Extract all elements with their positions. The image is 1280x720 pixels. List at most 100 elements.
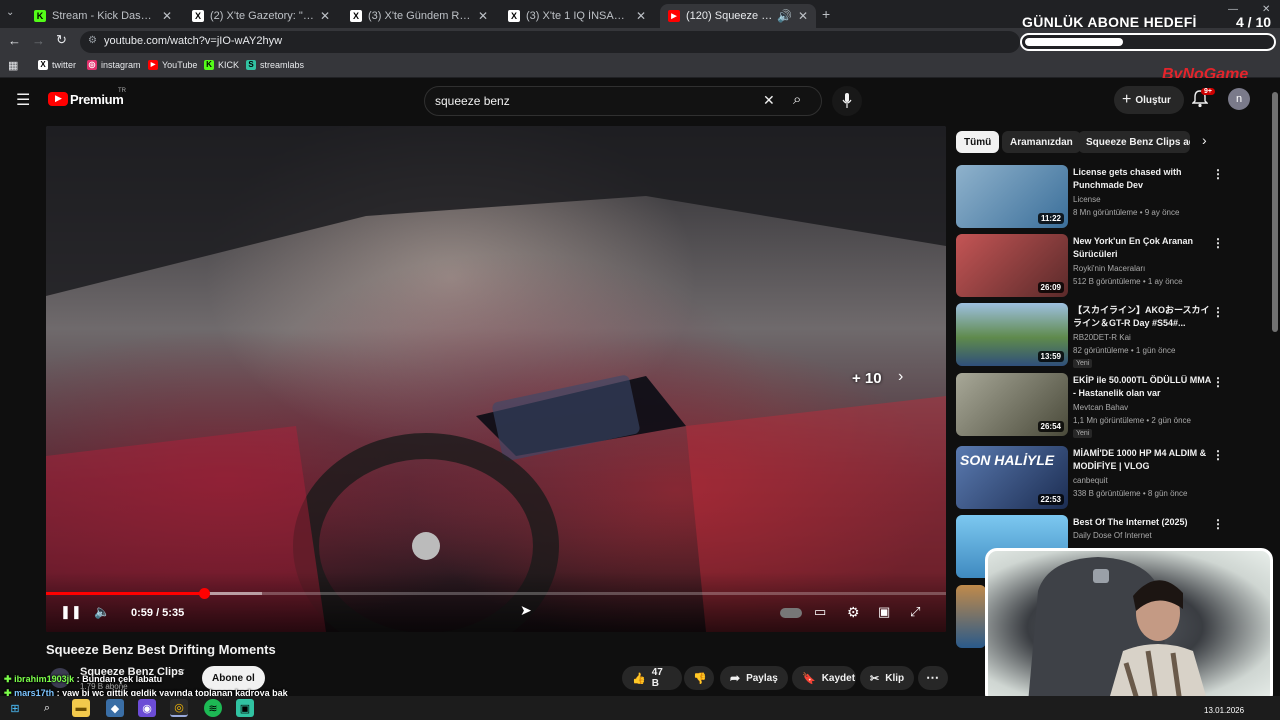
page-scrollbar[interactable] [1272, 92, 1278, 332]
recommendation-title[interactable]: 【スカイライン】AKOおースカイライン＆GT-R Day #S54#... [1073, 304, 1213, 330]
tab-search-icon[interactable]: ⌄ [6, 7, 14, 18]
tab-x-gundem-rap[interactable]: X (3) X'te Gündem Rap: "Blok3, b ✕ [342, 4, 496, 28]
recommendation-channel[interactable]: Daily Dose Of Internet [1073, 531, 1152, 540]
apps-grid-icon[interactable]: ▦ [8, 59, 18, 72]
close-tab-icon[interactable]: ✕ [478, 9, 488, 23]
tab-kick-dashboard[interactable]: K Stream - Kick Dashboard ✕ [26, 4, 180, 28]
voice-search-button[interactable] [832, 86, 862, 116]
streamlabs-icon[interactable]: ▣ [236, 699, 254, 717]
video-thumbnail[interactable]: 13:59 [956, 303, 1068, 366]
tab-youtube-active[interactable]: ▶ (120) Squeeze Benz Best Dr 🔊 ✕ [660, 4, 816, 28]
spotify-icon[interactable]: ≋ [204, 699, 222, 717]
recommendation-title[interactable]: MİAMİ'DE 1000 HP M4 ALDIM & MODİFİYE | V… [1073, 447, 1213, 473]
reload-icon[interactable]: ↻ [56, 32, 67, 48]
like-button[interactable]: 👍 47 B [622, 666, 682, 690]
close-tab-icon[interactable]: ✕ [162, 9, 172, 23]
search-icon[interactable]: ⌕ [793, 91, 801, 108]
chip-from-search[interactable]: Aramanızdan [1002, 131, 1081, 153]
more-options-icon[interactable]: ⋮ [1212, 167, 1224, 181]
tab-x-1iq[interactable]: X (3) X'te 1 IQ İNSANLAR: "Lavuğ ✕ [500, 4, 654, 28]
menu-icon[interactable]: ☰ [16, 90, 30, 110]
settings-icon[interactable]: ⚙ [847, 604, 860, 621]
more-options-icon[interactable]: ⋮ [1212, 517, 1224, 531]
more-options-icon[interactable]: ⋮ [1212, 305, 1224, 319]
recommendation-channel[interactable]: RB20DET-R Kai [1073, 333, 1131, 342]
share-button[interactable]: ➦ Paylaş [720, 666, 788, 690]
youtube-logo-text[interactable]: Premium [70, 92, 124, 107]
clip-button[interactable]: ✂ Klip [860, 666, 914, 690]
recommendation-title[interactable]: Best Of The Internet (2025) [1073, 516, 1213, 529]
search-icon[interactable]: ⌕ [38, 699, 56, 717]
more-options-icon[interactable]: ⋮ [1212, 448, 1224, 462]
recommendation-channel[interactable]: License [1073, 195, 1101, 204]
recommendation-title[interactable]: EKİP ile 50.000TL ÖDÜLLÜ MMA - Hastaneli… [1073, 374, 1213, 400]
create-button[interactable]: + Oluştur [1114, 86, 1184, 114]
theater-mode-icon[interactable]: ▣ [878, 604, 890, 620]
clear-search-icon[interactable]: ✕ [763, 92, 775, 109]
recommendation-channel[interactable]: canbequit [1073, 476, 1108, 485]
more-options-icon[interactable]: ⋮ [1212, 236, 1224, 250]
close-tab-icon[interactable]: ✕ [798, 9, 808, 23]
recommendation-channel[interactable]: Mevtcan Bahav [1073, 403, 1128, 412]
recommendation-item[interactable]: 11:22 License gets chased with Punchmade… [956, 165, 1226, 229]
bookmark-youtube[interactable]: ▶ YouTube [148, 60, 197, 70]
search-box[interactable]: squeeze benz ✕ ⌕ [424, 86, 822, 116]
video-thumbnail[interactable]: 26:09 [956, 234, 1068, 297]
pause-icon[interactable]: ❚❚ [60, 604, 82, 620]
recommendation-title[interactable]: New York'un En Çok Aranan Sürücüleri [1073, 235, 1213, 261]
duration-badge: 26:54 [1037, 421, 1064, 432]
site-info-icon[interactable]: ⚙ [88, 35, 97, 46]
dislike-button[interactable]: 👎 [684, 666, 714, 690]
chip-all[interactable]: Tümü [956, 131, 1000, 153]
windows-start-icon[interactable]: ⊞ [6, 699, 24, 717]
tab-x-gazetory[interactable]: X (2) X'te Gazetory: "İngiltere'de ✕ [184, 4, 338, 28]
video-thumbnail[interactable]: SON HALİYLE 22:53 [956, 446, 1068, 509]
chevron-right-icon[interactable]: › [898, 368, 903, 386]
mouse-cursor-icon: ➤ [520, 602, 532, 618]
video-player[interactable]: + 10 › ❚❚ 🔈 0:59 / 5:35 ▭ ⚙ ▣ ⤢ [46, 126, 946, 632]
more-options-icon[interactable]: ⋮ [1212, 375, 1224, 389]
search-input[interactable]: squeeze benz [435, 94, 510, 108]
chrome-icon[interactable]: ◎ [170, 699, 188, 717]
recommendation-title[interactable]: License gets chased with Punchmade Dev [1073, 166, 1213, 192]
avatar[interactable]: n [1228, 88, 1250, 110]
save-button[interactable]: 🔖 Kaydet [792, 666, 856, 690]
fullscreen-icon[interactable]: ⤢ [910, 604, 920, 620]
video-thumbnail[interactable] [956, 585, 986, 648]
file-explorer-icon[interactable]: ▬ [72, 699, 90, 717]
app-icon[interactable]: ◆ [106, 699, 124, 717]
bookmark-label: YouTube [162, 60, 198, 70]
more-actions-icon[interactable]: ⋯ [918, 666, 948, 690]
back-icon[interactable]: ← [8, 33, 21, 48]
video-progress-bar[interactable] [46, 588, 946, 599]
video-title: Squeeze Benz Best Drifting Moments [46, 642, 276, 657]
subscribe-button[interactable]: Abone ol [202, 666, 265, 690]
bookmark-kick[interactable]: K KICK [204, 60, 239, 70]
close-tab-icon[interactable]: ✕ [636, 9, 646, 23]
subtitles-icon[interactable]: ▭ [814, 604, 826, 620]
close-tab-icon[interactable]: ✕ [320, 9, 330, 23]
recommendation-item[interactable]: 26:54 EKİP ile 50.000TL ÖDÜLLÜ MMA - Has… [956, 373, 1226, 438]
video-thumbnail[interactable]: 26:54 [956, 373, 1068, 436]
recommendation-item[interactable]: 26:09 New York'un En Çok Aranan Sürücüle… [956, 234, 1226, 298]
bookmark-instagram[interactable]: ◎ instagram [87, 60, 141, 70]
youtube-logo-icon[interactable]: ▶ [48, 92, 68, 106]
address-bar[interactable]: ⚙ youtube.com/watch?v=jIO-wAY2hyw [80, 31, 1020, 53]
chevron-right-icon[interactable]: › [1202, 132, 1207, 148]
volume-icon[interactable]: 🔈 [94, 604, 110, 620]
video-thumbnail[interactable]: 11:22 [956, 165, 1068, 228]
bookmark-twitter[interactable]: Xtwitter [38, 60, 76, 70]
new-tab-icon[interactable]: + [822, 6, 830, 22]
autoplay-toggle[interactable] [780, 608, 802, 618]
notifications-button[interactable]: 9+ [1191, 88, 1215, 113]
recommendation-item[interactable]: 13:59 【スカイライン】AKOおースカイライン＆GT-R Day #S54#… [956, 303, 1226, 368]
forward-icon[interactable]: → [32, 33, 45, 48]
chip-channel[interactable]: Squeeze Benz Clips adlı [1078, 131, 1190, 153]
discord-icon[interactable]: ◉ [138, 699, 156, 717]
recommendation-item[interactable]: SON HALİYLE 22:53 MİAMİ'DE 1000 HP M4 AL… [956, 446, 1226, 510]
bookmark-streamlabs[interactable]: Sstreamlabs [246, 60, 304, 70]
recommendation-channel[interactable]: Royki'nin Maceraları [1073, 264, 1145, 273]
skip-forward-label[interactable]: + 10 [852, 370, 882, 387]
x-icon: X [350, 10, 362, 22]
speaker-icon[interactable]: 🔊 [777, 9, 792, 23]
